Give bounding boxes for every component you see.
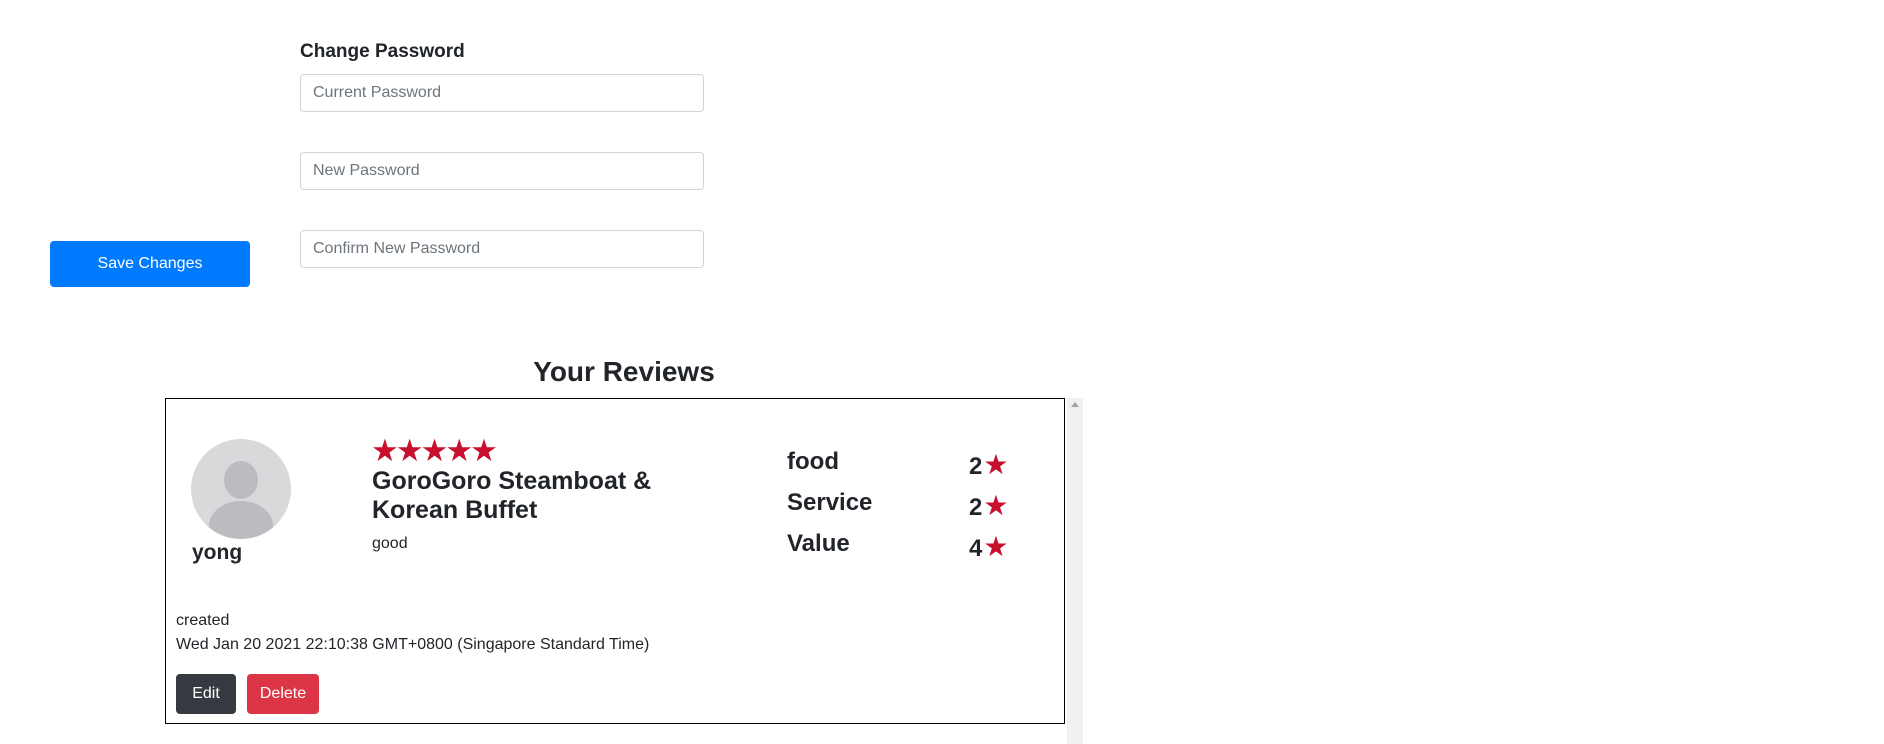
rating-score-service: 2★: [969, 490, 1009, 521]
review-username: yong: [192, 541, 243, 564]
overall-rating-stars-icon: ★★★★★: [371, 433, 498, 468]
restaurant-name: GoroGoro Steamboat & Korean Buffet: [372, 467, 652, 524]
delete-review-button[interactable]: Delete: [247, 674, 319, 714]
new-password-input[interactable]: [300, 152, 704, 190]
edit-review-button[interactable]: Edit: [176, 674, 236, 714]
star-icon: ★: [983, 449, 1009, 480]
star-icon: ★: [983, 490, 1009, 521]
current-password-input[interactable]: [300, 74, 704, 112]
review-text: good: [372, 535, 408, 552]
rating-category-food: food: [787, 448, 839, 475]
save-changes-button[interactable]: Save Changes: [50, 241, 250, 287]
scroll-up-arrow-icon[interactable]: [1071, 402, 1079, 407]
avatar-icon: [191, 439, 291, 539]
created-label: created: [176, 612, 230, 629]
created-date: Wed Jan 20 2021 22:10:38 GMT+0800 (Singa…: [176, 636, 650, 653]
rating-score-food: 2★: [969, 449, 1009, 480]
rating-category-value: Value: [787, 530, 850, 557]
confirm-password-input[interactable]: [300, 230, 704, 268]
reviews-scrollbar[interactable]: [1067, 398, 1083, 744]
your-reviews-heading: Your Reviews: [533, 356, 715, 387]
star-icon: ★: [983, 531, 1009, 562]
rating-category-service: Service: [787, 489, 873, 516]
rating-score-value: 4★: [969, 531, 1009, 562]
review-card: yong ★★★★★ GoroGoro Steamboat & Korean B…: [165, 398, 1065, 724]
change-password-heading: Change Password: [300, 41, 465, 62]
